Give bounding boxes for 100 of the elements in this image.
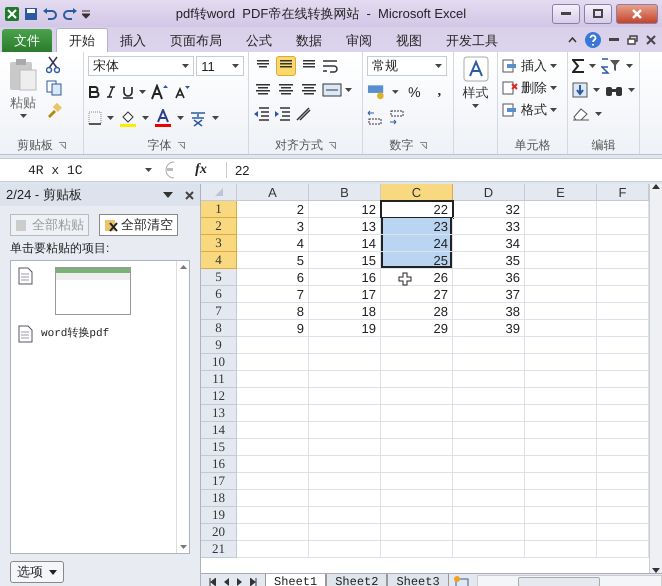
row-header[interactable]: 11 xyxy=(201,371,237,388)
redo-icon[interactable] xyxy=(62,8,78,20)
table-cell[interactable]: 2 xyxy=(237,201,309,218)
row-header[interactable]: 12 xyxy=(201,388,237,405)
horizontal-scrollbar[interactable] xyxy=(476,575,662,586)
dropdown-arrow-icon[interactable] xyxy=(550,64,557,68)
empty-cell[interactable] xyxy=(381,422,453,439)
row-header[interactable]: 10 xyxy=(201,354,237,371)
bold-icon[interactable] xyxy=(88,86,100,98)
dropdown-arrow-icon[interactable] xyxy=(628,88,635,92)
empty-cell[interactable] xyxy=(309,439,381,456)
italic-icon[interactable] xyxy=(105,86,117,98)
maximize-button[interactable] xyxy=(584,4,612,24)
empty-cell[interactable] xyxy=(309,473,381,490)
empty-cell[interactable] xyxy=(525,388,597,405)
row-header[interactable]: 1 xyxy=(201,201,237,218)
empty-cell[interactable] xyxy=(309,541,381,558)
dialog-launcher-icon[interactable] xyxy=(178,142,184,148)
table-cell[interactable]: 36 xyxy=(453,269,525,286)
column-header[interactable]: F xyxy=(597,184,649,201)
previous-sheet-icon[interactable] xyxy=(224,578,229,586)
empty-cell[interactable] xyxy=(381,541,453,558)
sort-filter-icon[interactable] xyxy=(601,58,621,74)
sheet-tab[interactable]: Sheet3 xyxy=(387,574,449,586)
empty-cell[interactable] xyxy=(309,422,381,439)
styles-button[interactable]: 样式 xyxy=(458,54,492,136)
empty-cell[interactable] xyxy=(381,354,453,371)
row-header[interactable]: 13 xyxy=(201,405,237,422)
empty-cell[interactable] xyxy=(525,473,597,490)
row-header[interactable]: 14 xyxy=(201,422,237,439)
table-cell[interactable]: 38 xyxy=(453,303,525,320)
select-all-corner[interactable] xyxy=(201,184,237,201)
sheet-tab[interactable]: Sheet2 xyxy=(326,574,388,586)
empty-cell[interactable] xyxy=(453,473,525,490)
empty-cell[interactable] xyxy=(381,524,453,541)
dropdown-arrow-icon[interactable] xyxy=(435,64,442,68)
increase-indent-icon[interactable] xyxy=(274,107,290,121)
decrease-indent-icon[interactable] xyxy=(253,107,269,121)
ribbon-tab[interactable]: 数据 xyxy=(284,29,334,52)
row-header[interactable]: 5 xyxy=(201,269,237,286)
customize-toolbar-icon[interactable] xyxy=(82,8,90,18)
dropdown-arrow-icon[interactable] xyxy=(177,116,184,120)
table-cell[interactable]: 3 xyxy=(237,218,309,235)
table-cell[interactable]: 6 xyxy=(237,269,309,286)
empty-cell[interactable] xyxy=(309,524,381,541)
empty-cell[interactable] xyxy=(525,524,597,541)
empty-cell[interactable] xyxy=(525,286,597,303)
row-header[interactable]: 2 xyxy=(201,218,237,235)
eraser-icon[interactable] xyxy=(572,107,590,121)
empty-cell[interactable] xyxy=(525,541,597,558)
ribbon-tab[interactable]: 开始 xyxy=(56,28,108,52)
ribbon-tab[interactable]: 文件 xyxy=(2,29,52,52)
ribbon-tab[interactable]: 开发工具 xyxy=(434,29,510,52)
collapse-ribbon-icon[interactable] xyxy=(568,37,577,43)
table-cell[interactable]: 8 xyxy=(237,303,309,320)
empty-cell[interactable] xyxy=(525,490,597,507)
empty-cell[interactable] xyxy=(309,371,381,388)
dropdown-arrow-icon[interactable] xyxy=(345,88,352,92)
empty-cell[interactable] xyxy=(381,405,453,422)
fill-color-icon[interactable] xyxy=(119,109,137,127)
row-header[interactable]: 15 xyxy=(201,439,237,456)
row-header[interactable]: 8 xyxy=(201,320,237,337)
options-button[interactable]: 选项 xyxy=(10,561,64,583)
dropdown-arrow-icon[interactable] xyxy=(107,116,114,120)
empty-cell[interactable] xyxy=(453,524,525,541)
empty-cell[interactable] xyxy=(381,490,453,507)
empty-cell[interactable] xyxy=(381,439,453,456)
empty-cell[interactable] xyxy=(309,337,381,354)
dropdown-arrow-icon[interactable] xyxy=(626,64,633,68)
empty-cell[interactable] xyxy=(525,354,597,371)
dialog-launcher-icon[interactable] xyxy=(420,142,426,148)
column-header[interactable]: D xyxy=(453,184,525,201)
row-header[interactable]: 16 xyxy=(201,456,237,473)
dropdown-arrow-icon[interactable] xyxy=(589,64,596,68)
font-name-dropdown[interactable]: 宋体 xyxy=(88,56,194,76)
dropdown-arrow-icon[interactable] xyxy=(142,116,149,120)
dropdown-arrow-icon[interactable] xyxy=(593,88,600,92)
middle-align-icon[interactable] xyxy=(276,56,296,76)
dropdown-arrow-icon[interactable] xyxy=(232,64,239,68)
cells-button[interactable]: 格式 xyxy=(502,100,563,120)
column-header[interactable]: E xyxy=(525,184,597,201)
insert-sheet-icon[interactable] xyxy=(452,575,469,586)
close-button[interactable] xyxy=(616,4,658,24)
table-cell[interactable]: 39 xyxy=(453,320,525,337)
table-cell[interactable]: 19 xyxy=(309,320,381,337)
row-header[interactable]: 18 xyxy=(201,490,237,507)
column-header[interactable]: A xyxy=(237,184,309,201)
undo-icon[interactable] xyxy=(42,8,58,20)
orientation-icon[interactable] xyxy=(295,106,313,122)
wrap-text-icon[interactable] xyxy=(322,58,338,74)
ribbon-tab[interactable]: 页面布局 xyxy=(158,29,234,52)
dropdown-arrow-icon[interactable] xyxy=(550,86,557,90)
column-header[interactable]: C xyxy=(381,184,453,201)
dropdown-arrow-icon[interactable] xyxy=(392,90,399,94)
empty-cell[interactable] xyxy=(525,371,597,388)
empty-cell[interactable] xyxy=(525,320,597,337)
table-cell[interactable]: 17 xyxy=(309,286,381,303)
empty-cell[interactable] xyxy=(381,507,453,524)
cells-button[interactable]: 删除 xyxy=(502,78,563,98)
empty-cell[interactable] xyxy=(453,422,525,439)
